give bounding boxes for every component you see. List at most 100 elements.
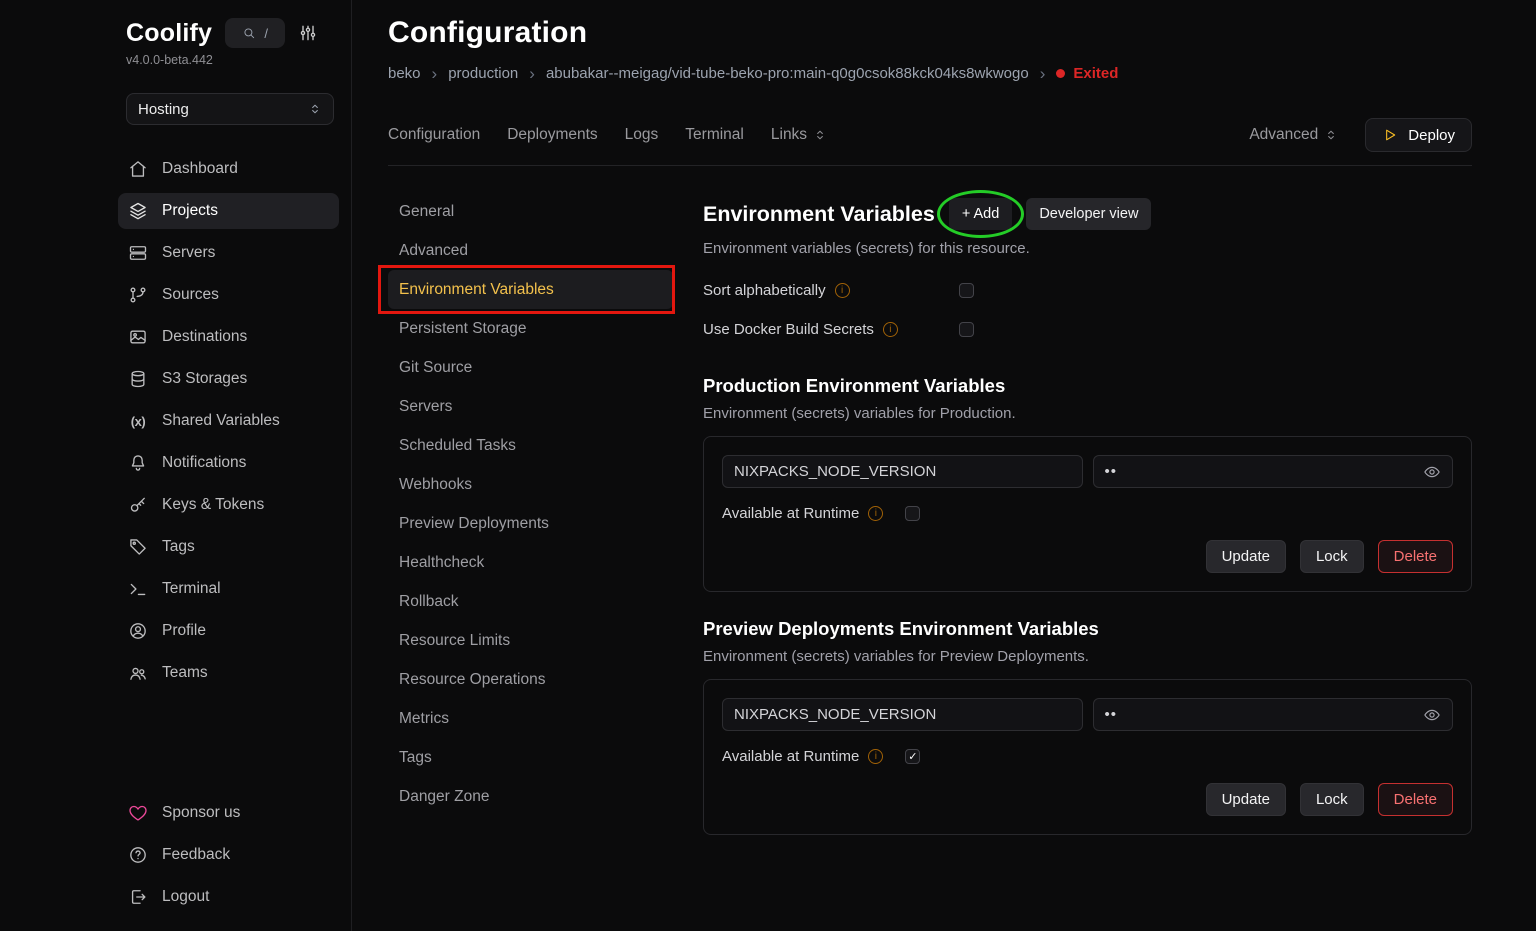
subnav-item-scheduled-tasks[interactable]: Scheduled Tasks — [388, 426, 673, 465]
lock-button[interactable]: Lock — [1300, 540, 1364, 573]
panel-subtitle: Environment variables (secrets) for this… — [703, 240, 1472, 257]
page-title: Configuration — [388, 16, 1472, 50]
add-variable-button[interactable]: + Add — [949, 198, 1013, 230]
update-button[interactable]: Update — [1206, 783, 1286, 816]
tab-deployments[interactable]: Deployments — [507, 126, 597, 144]
sidebar-item-destinations[interactable]: Destinations — [118, 319, 339, 355]
subnav-item-servers[interactable]: Servers — [388, 387, 673, 426]
subnav-item-webhooks[interactable]: Webhooks — [388, 465, 673, 504]
sidebar-item-projects[interactable]: Projects — [118, 193, 339, 229]
add-button-wrap: + Add — [949, 198, 1013, 230]
sort-alphabetically-checkbox[interactable] — [959, 283, 974, 298]
eye-icon[interactable] — [1423, 706, 1441, 724]
sidebar-item-label: Teams — [162, 664, 208, 682]
search-button[interactable]: / — [225, 18, 285, 48]
sidebar-item-label: Keys & Tokens — [162, 496, 264, 514]
subnav-item-resource-operations[interactable]: Resource Operations — [388, 660, 673, 699]
developer-view-button[interactable]: Developer view — [1026, 198, 1151, 230]
variable-value-input[interactable]: •• — [1093, 455, 1454, 488]
available-at-runtime-checkbox[interactable]: ✓ — [905, 749, 920, 764]
variable-key-input[interactable]: NIXPACKS_NODE_VERSION — [722, 698, 1083, 731]
sidebar-item-feedback[interactable]: Feedback — [118, 837, 339, 873]
tab-logs[interactable]: Logs — [625, 126, 659, 144]
sidebar-item-shared-variables[interactable]: (x) Shared Variables — [118, 403, 339, 439]
tab-terminal[interactable]: Terminal — [685, 126, 744, 144]
section-subtitle: Environment (secrets) variables for Prod… — [703, 405, 1472, 422]
sidebar-item-tags[interactable]: Tags — [118, 529, 339, 565]
subnav-item-resource-limits[interactable]: Resource Limits — [388, 621, 673, 660]
variable-key-input[interactable]: NIXPACKS_NODE_VERSION — [722, 455, 1083, 488]
sidebar-item-label: Servers — [162, 244, 215, 262]
delete-button[interactable]: Delete — [1378, 540, 1453, 573]
advanced-dropdown[interactable]: Advanced — [1249, 126, 1338, 144]
available-at-runtime-row: Available at Runtime i — [722, 505, 1453, 522]
sidebar-item-keys-tokens[interactable]: Keys & Tokens — [118, 487, 339, 523]
sidebar-item-s3-storages[interactable]: S3 Storages — [118, 361, 339, 397]
subnav-item-rollback[interactable]: Rollback — [388, 582, 673, 621]
docker-build-secrets-checkbox[interactable] — [959, 322, 974, 337]
tabbar-right-group: Advanced Deploy — [1249, 118, 1472, 152]
variable-value-input[interactable]: •• — [1093, 698, 1454, 731]
section-subtitle: Environment (secrets) variables for Prev… — [703, 648, 1472, 665]
sidebar-item-label: Tags — [162, 538, 195, 556]
subnav-item-danger-zone[interactable]: Danger Zone — [388, 777, 673, 816]
tab-configuration[interactable]: Configuration — [388, 126, 480, 144]
subnav-item-healthcheck[interactable]: Healthcheck — [388, 543, 673, 582]
info-icon: i — [868, 749, 883, 764]
subnav-item-preview-deployments[interactable]: Preview Deployments — [388, 504, 673, 543]
subnav-item-advanced[interactable]: Advanced — [388, 231, 673, 270]
subnav-item-general[interactable]: General — [388, 192, 673, 231]
info-icon: i — [868, 506, 883, 521]
status-label: Exited — [1073, 65, 1118, 82]
tab-links[interactable]: Links — [771, 126, 827, 144]
sidebar-item-logout[interactable]: Logout — [118, 879, 339, 915]
subnav-item-metrics[interactable]: Metrics — [388, 699, 673, 738]
subnav-item-persistent-storage[interactable]: Persistent Storage — [388, 309, 673, 348]
production-env-section: Production Environment Variables Environ… — [703, 375, 1472, 592]
available-at-runtime-checkbox[interactable] — [905, 506, 920, 521]
sidebar-item-notifications[interactable]: Notifications — [118, 445, 339, 481]
sliders-icon[interactable] — [298, 23, 318, 43]
breadcrumb-project[interactable]: beko — [388, 65, 421, 82]
deploy-button[interactable]: Deploy — [1365, 118, 1472, 152]
subnav-item-git-source[interactable]: Git Source — [388, 348, 673, 387]
terminal-icon — [128, 579, 148, 599]
sidebar-item-label: Logout — [162, 888, 209, 906]
main-content: Configuration beko › production › abubak… — [352, 0, 1536, 931]
user-icon — [128, 621, 148, 641]
subnav-item-tags[interactable]: Tags — [388, 738, 673, 777]
subnav-item-label: Environment Variables — [399, 281, 554, 299]
eye-icon[interactable] — [1423, 463, 1441, 481]
lock-button[interactable]: Lock — [1300, 783, 1364, 816]
sidebar-item-terminal[interactable]: Terminal — [118, 571, 339, 607]
sidebar-item-dashboard[interactable]: Dashboard — [118, 151, 339, 187]
sidebar-item-label: Feedback — [162, 846, 230, 864]
breadcrumb-resource[interactable]: abubakar--meigag/vid-tube-beko-pro:main-… — [546, 65, 1029, 82]
team-selector-value: Hosting — [138, 101, 189, 118]
sidebar-item-label: Shared Variables — [162, 412, 280, 430]
update-button[interactable]: Update — [1206, 540, 1286, 573]
breadcrumb-environment[interactable]: production — [448, 65, 518, 82]
chevron-updown-icon — [308, 102, 322, 116]
status-badge: Exited — [1056, 65, 1118, 82]
sidebar-item-label: Profile — [162, 622, 206, 640]
sidebar-item-teams[interactable]: Teams — [118, 655, 339, 691]
sidebar-header: Coolify / — [118, 18, 339, 48]
team-selector[interactable]: Hosting — [126, 93, 334, 125]
chevron-updown-icon — [1324, 128, 1338, 142]
toggle-label: Sort alphabetically — [703, 282, 826, 299]
logout-icon — [128, 887, 148, 907]
app-logo[interactable]: Coolify — [126, 19, 212, 48]
sidebar-item-servers[interactable]: Servers — [118, 235, 339, 271]
sidebar-item-sponsor[interactable]: Sponsor us — [118, 795, 339, 831]
subnav-item-environment-variables[interactable]: Environment Variables — [388, 270, 673, 309]
sidebar-item-sources[interactable]: Sources — [118, 277, 339, 313]
sidebar-footer-nav: Sponsor us Feedback Logout — [118, 795, 339, 915]
env-toggles: Sort alphabetically i Use Docker Build S… — [703, 271, 1472, 349]
sidebar-item-label: Terminal — [162, 580, 221, 598]
search-icon — [242, 26, 256, 40]
sidebar-item-label: Notifications — [162, 454, 246, 472]
sidebar-item-profile[interactable]: Profile — [118, 613, 339, 649]
tabbar-divider — [388, 165, 1472, 166]
delete-button[interactable]: Delete — [1378, 783, 1453, 816]
